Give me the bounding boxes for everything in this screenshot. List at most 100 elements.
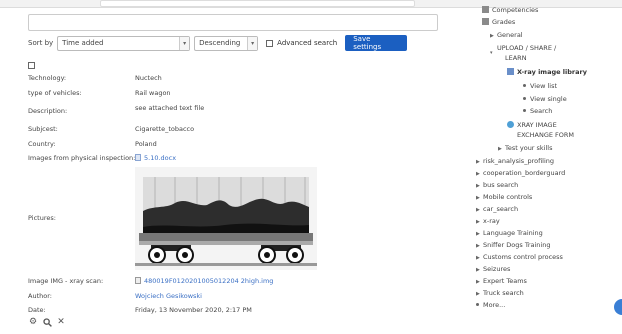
sidebar-item-general[interactable]: ▶ General	[490, 30, 523, 40]
chevron-right-icon: ▶	[476, 183, 480, 189]
sidebar-item-upload-line2: LEARN	[505, 54, 527, 62]
sort-order-select[interactable]: Descending ▾	[194, 35, 259, 51]
detail-value: see attached text file	[135, 104, 205, 112]
author-link[interactable]: Wojciech Gesikowski	[135, 291, 202, 301]
sidebar-course-item[interactable]: ▶ car_search	[476, 204, 518, 214]
sidebar-course-item[interactable]: ▶ Expert Teams	[476, 276, 527, 286]
detail-value: Nuctech	[135, 74, 162, 82]
document-icon	[135, 154, 141, 161]
sidebar-course-item[interactable]: ▶ x-ray	[476, 216, 500, 226]
sort-controls: Sort by Time added ▾ Descending ▾ Advanc…	[28, 35, 408, 51]
sidebar-course-item[interactable]: ▶ Truck search	[476, 288, 524, 298]
detail-label: Technology:	[28, 74, 67, 82]
detail-label: type of vehicles:	[28, 89, 82, 97]
detail-row-technology: Technology: Nuctech	[28, 73, 162, 83]
exchange-icon	[507, 121, 514, 128]
xray-picture[interactable]	[135, 167, 317, 270]
sidebar-item-xray-exchange[interactable]: XRAY IMAGE	[507, 120, 557, 130]
sidebar-course-item[interactable]: ▶ Sniffer Dogs Training	[476, 240, 550, 250]
detail-row-country: Country: Poland	[28, 139, 157, 149]
sidebar-item-more[interactable]: More...	[476, 300, 505, 310]
sidebar-item-search[interactable]: Search	[523, 106, 552, 116]
entry-actions: ⚙ ✕	[28, 317, 66, 327]
chevron-right-icon: ▶	[476, 231, 480, 237]
floating-action-button[interactable]	[614, 299, 622, 315]
chevron-right-icon: ▶	[476, 255, 480, 261]
sidebar-course-item[interactable]: ▶ Seizures	[476, 264, 510, 274]
sidebar-item-view-list[interactable]: View list	[523, 81, 557, 91]
sidebar-course-item[interactable]: ▶ Mobile controls	[476, 192, 532, 202]
sidebar-item-competencies[interactable]: Competencies	[482, 5, 538, 15]
chevron-down-icon: ▾	[247, 36, 258, 50]
bullet-icon	[523, 109, 526, 112]
xray-wagon-image	[135, 167, 317, 270]
chevron-right-icon: ▶	[476, 267, 480, 273]
chevron-right-icon: ▶	[476, 171, 480, 177]
sidebar-item-test-skills[interactable]: ▶ Test your skills	[498, 143, 553, 153]
chevron-right-icon: ▶	[476, 159, 480, 165]
inspection-file-link[interactable]: 5.10.docx	[135, 153, 176, 163]
search-input[interactable]	[28, 14, 438, 31]
chevron-right-icon: ▶	[476, 243, 480, 249]
entry-select-checkbox[interactable]	[28, 62, 35, 69]
advanced-search-label: Advanced search	[277, 39, 338, 47]
detail-label: Country:	[28, 140, 56, 148]
sidebar-item-view-single[interactable]: View single	[523, 94, 567, 104]
detail-row-pictures: Pictures:	[28, 213, 56, 223]
close-icon[interactable]: ✕	[56, 317, 66, 327]
library-icon	[507, 68, 514, 75]
detail-label: Subjcest:	[28, 125, 58, 133]
detail-row-physical-inspection: Images from physical inspection: 5.10.do…	[28, 153, 176, 163]
detail-row-xray-scan: Image IMG - xray scan: 480019F0120201005…	[28, 276, 273, 286]
sort-by-label: Sort by	[28, 39, 54, 47]
chevron-right-icon: ▶	[476, 195, 480, 201]
sidebar-course-item[interactable]: ▶ Language Training	[476, 228, 543, 238]
sidebar-item-upload[interactable]: ▾UPLOAD / SHARE /	[490, 43, 556, 56]
sidebar-item-xray-exchange-line2: EXCHANGE FORM	[517, 131, 575, 139]
detail-value: Poland	[135, 140, 157, 148]
detail-value: Rail wagon	[135, 89, 171, 97]
grades-icon	[482, 18, 489, 25]
search-icon[interactable]	[42, 317, 52, 327]
sort-field-select[interactable]: Time added ▾	[57, 35, 191, 51]
sidebar-course-item[interactable]: ▶ risk_analysis_profiling	[476, 156, 554, 166]
sidebar-course-item[interactable]: ▶ bus search	[476, 180, 518, 190]
address-bar[interactable]	[100, 0, 415, 7]
detail-row-subject: Subjcest: Cigarette_tobacco	[28, 124, 194, 134]
sidebar-course-item[interactable]: ▶ cooperation_borderguard	[476, 168, 565, 178]
chevron-right-icon: ▶	[476, 279, 480, 285]
chevron-right-icon: ▶	[476, 291, 480, 297]
chevron-down-icon: ▾	[179, 36, 190, 50]
bullet-icon	[523, 97, 526, 100]
save-settings-button[interactable]: Save settings	[345, 35, 408, 51]
bullet-icon	[523, 84, 526, 87]
xray-scan-file-link[interactable]: 480019F0120201005012204 2high.img	[135, 276, 273, 286]
sidebar-item-grades[interactable]: Grades	[482, 17, 515, 27]
detail-label: Author:	[28, 292, 52, 300]
image-file-icon	[135, 277, 141, 284]
sort-field-value: Time added	[62, 39, 104, 47]
chevron-right-icon: ▶	[476, 207, 480, 213]
detail-value: Cigarette_tobacco	[135, 125, 195, 133]
detail-row-vehicle-type: type of vehicles: Rail wagon	[28, 88, 171, 98]
bullet-icon	[476, 303, 479, 306]
chevron-right-icon: ▶	[476, 219, 480, 225]
advanced-search-checkbox[interactable]	[266, 39, 274, 47]
sidebar-item-xray-library[interactable]: X-ray image library	[507, 67, 587, 77]
sidebar-course-item[interactable]: ▶ Customs control process	[476, 252, 563, 262]
detail-row-author: Author: Wojciech Gesikowski	[28, 291, 202, 301]
gear-icon[interactable]: ⚙	[28, 317, 38, 327]
detail-value: Friday, 13 November 2020, 2:17 PM	[135, 306, 252, 314]
detail-label: Pictures:	[28, 214, 56, 222]
detail-row-date: Date: Friday, 13 November 2020, 2:17 PM	[28, 305, 252, 315]
detail-label: Date:	[28, 306, 46, 314]
detail-label: Image IMG - xray scan:	[28, 277, 104, 285]
chevron-down-icon: ▾	[490, 50, 493, 56]
detail-row-description: Description: see attached text file	[28, 104, 204, 116]
chevron-right-icon: ▶	[490, 33, 494, 39]
detail-label: Images from physical inspection:	[28, 154, 136, 162]
competencies-icon	[482, 6, 489, 13]
detail-label: Description:	[28, 107, 68, 115]
sort-order-value: Descending	[199, 39, 241, 47]
chevron-right-icon: ▶	[498, 146, 502, 152]
